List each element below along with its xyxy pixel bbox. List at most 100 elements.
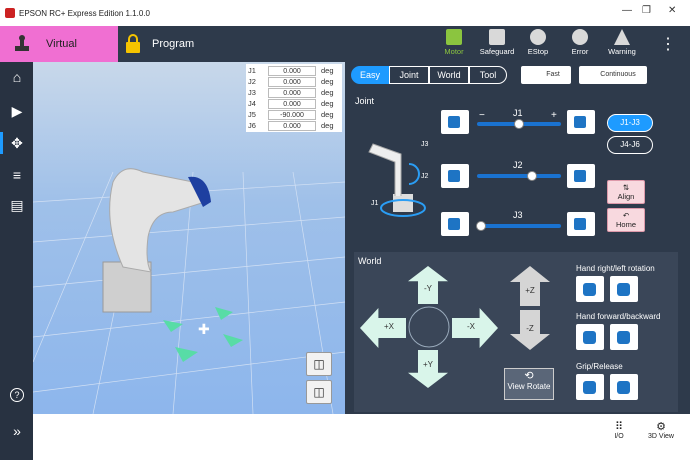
j1-minus-button[interactable] bbox=[441, 110, 469, 134]
estop-button[interactable]: EStop bbox=[516, 28, 560, 60]
cube-view-icon[interactable]: ◫ bbox=[306, 380, 332, 404]
j1-plus-button[interactable] bbox=[567, 110, 595, 134]
j1-j3-button[interactable]: J1-J3 bbox=[607, 114, 653, 132]
hand-forward-backward-title: Hand forward/backward bbox=[576, 312, 661, 321]
robot-3d-icon: ⚙ bbox=[656, 421, 666, 433]
j1-slider-label: J1 bbox=[513, 108, 523, 118]
app-icon bbox=[5, 8, 15, 18]
j3-slider[interactable] bbox=[476, 221, 561, 231]
minimize-button[interactable]: — bbox=[622, 5, 632, 16]
j2-plus-button[interactable] bbox=[567, 164, 595, 188]
tab-joint[interactable]: Joint bbox=[389, 66, 429, 84]
return-icon: ↶ bbox=[622, 211, 630, 220]
plus-label: + bbox=[551, 110, 557, 121]
j2-label: J2 bbox=[421, 173, 429, 180]
j1-slider-knob[interactable] bbox=[514, 119, 524, 129]
align-icon: ⇅ bbox=[622, 183, 630, 192]
j2-slider[interactable] bbox=[477, 171, 561, 181]
home-button[interactable]: ↶ Home bbox=[607, 208, 645, 232]
joint-value-table: J1 0.000 deg J2 0.000 deg J3 0.000 deg J4 0.000… bbox=[246, 64, 342, 132]
minus-y-button[interactable]: -Y bbox=[408, 266, 448, 304]
joint-row: J4 0.000 deg bbox=[248, 99, 334, 109]
align-button[interactable]: ⇅ Align bbox=[607, 180, 645, 204]
warning-icon bbox=[614, 29, 630, 45]
j3-slider-knob[interactable] bbox=[476, 221, 487, 231]
home-icon[interactable]: ⌂ bbox=[8, 68, 26, 86]
plus-z-button[interactable]: +Z bbox=[510, 266, 550, 306]
release-button[interactable] bbox=[610, 374, 638, 400]
tab-easy[interactable]: Easy bbox=[351, 66, 389, 84]
joint-row: J6 0.000 deg bbox=[248, 121, 334, 131]
warning-button[interactable]: Warning bbox=[600, 28, 644, 60]
top-bar: Virtual Program Motor Safeguard EStop Er… bbox=[0, 26, 690, 62]
joint-row: J1 0.000 deg bbox=[248, 66, 334, 76]
j3-slider-label: J3 bbox=[513, 210, 523, 220]
3d-view-button[interactable]: ⚙ 3D View bbox=[641, 420, 681, 440]
safeguard-icon bbox=[489, 29, 505, 45]
list-icon[interactable]: ≡ bbox=[8, 166, 26, 184]
minus-x-button[interactable]: -X bbox=[452, 308, 498, 348]
lock-icon bbox=[126, 34, 140, 53]
hand-backward-button[interactable] bbox=[576, 324, 604, 350]
bottom-bar: ⠿ I/O ⚙ 3D View bbox=[33, 414, 690, 460]
j3-plus-button[interactable] bbox=[567, 212, 595, 236]
estop-icon bbox=[530, 29, 546, 45]
window-title: EPSON RC+ Express Edition 1.1.0.0 bbox=[19, 8, 150, 18]
table-icon[interactable]: ▤ bbox=[8, 196, 26, 214]
tab-virtual[interactable]: Virtual bbox=[0, 26, 118, 62]
view-rotate-icon: ⟲ bbox=[524, 370, 534, 382]
restore-button[interactable]: ❐ bbox=[642, 5, 651, 16]
tab-program-label: Program bbox=[152, 38, 195, 50]
tab-virtual-label: Virtual bbox=[46, 38, 77, 50]
j1-slider[interactable] bbox=[477, 119, 561, 129]
j3-label: J3 bbox=[421, 141, 429, 148]
motor-icon bbox=[446, 29, 462, 45]
j3-minus-button[interactable] bbox=[441, 212, 469, 236]
minus-label: − bbox=[479, 110, 485, 121]
rotate-left-button[interactable] bbox=[576, 276, 604, 302]
joint-section-title: Joint bbox=[355, 96, 375, 106]
rotate-right-button[interactable] bbox=[610, 276, 638, 302]
grip-button[interactable] bbox=[576, 374, 604, 400]
joint-row: J3 0.000 deg bbox=[248, 88, 334, 98]
active-indicator bbox=[0, 132, 3, 154]
j1-label: J1 bbox=[371, 200, 379, 207]
continuous-button[interactable]: Continuous bbox=[579, 66, 647, 84]
hand-forward-button[interactable] bbox=[610, 324, 638, 350]
tab-program[interactable]: Program bbox=[118, 26, 318, 62]
plus-x-button[interactable]: +X bbox=[360, 308, 406, 348]
error-button[interactable]: Error bbox=[558, 28, 602, 60]
left-sidebar: ⌂ ▶ ✥ ≡ ▤ ? » bbox=[0, 62, 33, 460]
joint-row: J5 -90.000 deg bbox=[248, 110, 334, 120]
grid-icon: ⠿ bbox=[614, 421, 624, 433]
minus-z-button[interactable]: -Z bbox=[510, 310, 550, 350]
title-bar: EPSON RC+ Express Edition 1.1.0.0 — ❐ ✕ bbox=[0, 0, 690, 26]
help-icon[interactable]: ? bbox=[10, 388, 24, 402]
joint-row: J2 0.000 deg bbox=[248, 77, 334, 87]
j2-slider-knob[interactable] bbox=[526, 171, 537, 181]
grip-release-title: Grip/Release bbox=[576, 362, 623, 371]
world-section-title: World bbox=[358, 256, 382, 266]
motor-button[interactable]: Motor bbox=[432, 28, 476, 60]
jog-icon[interactable]: ✥ bbox=[8, 134, 26, 152]
speed-fast-button[interactable]: Fast bbox=[521, 66, 571, 84]
expand-icon[interactable]: » bbox=[8, 422, 26, 440]
svg-text:✚: ✚ bbox=[198, 321, 210, 337]
tab-tool[interactable]: Tool bbox=[469, 66, 507, 84]
cube-view-icon[interactable]: ◫ bbox=[306, 352, 332, 376]
io-button[interactable]: ⠿ I/O bbox=[599, 420, 639, 440]
hand-rotation-title: Hand right/left rotation bbox=[576, 264, 655, 273]
j2-minus-button[interactable] bbox=[441, 164, 469, 188]
menu-icon[interactable]: ⋮ bbox=[660, 34, 676, 54]
world-center-ring bbox=[408, 306, 450, 348]
j2-slider-label: J2 bbox=[513, 160, 523, 170]
robot-icon bbox=[15, 35, 29, 51]
play-icon[interactable]: ▶ bbox=[8, 102, 26, 120]
tab-world[interactable]: World bbox=[429, 66, 469, 84]
j4-j6-button[interactable]: J4-J6 bbox=[607, 136, 653, 154]
close-button[interactable]: ✕ bbox=[668, 5, 676, 16]
world-jog-section: World -Y +Y +X -X +Z -Z ⟲ View Rotate Han… bbox=[354, 252, 678, 412]
safeguard-button[interactable]: Safeguard bbox=[475, 28, 519, 60]
plus-y-button[interactable]: +Y bbox=[408, 350, 448, 388]
view-rotate-button[interactable]: ⟲ View Rotate bbox=[504, 368, 554, 400]
